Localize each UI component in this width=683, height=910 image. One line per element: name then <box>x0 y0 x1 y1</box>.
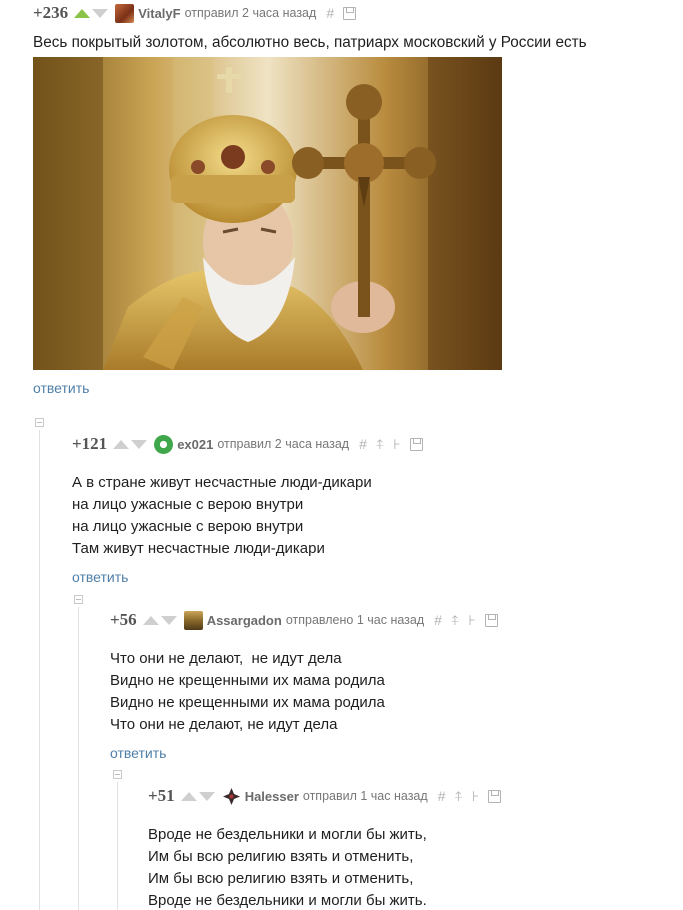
reply-row: ответить <box>110 745 680 763</box>
downvote-arrow-icon[interactable] <box>160 615 177 625</box>
username[interactable]: Assargadon <box>207 613 282 628</box>
reply-row: ответить <box>72 569 672 587</box>
reply-link[interactable]: ответить <box>33 380 89 396</box>
thread-tree-icon[interactable]: ⊦ <box>472 788 479 805</box>
parent-comment-icon[interactable]: ⍏ <box>451 612 459 629</box>
patriarch-photo-image <box>33 57 502 370</box>
comment-1: +236 VitalyF отправил 2 часа назад # Вес… <box>33 3 673 54</box>
username[interactable]: VitalyF <box>138 6 180 21</box>
comment-line: Вроде не бездельники и могли бы жить, <box>148 826 427 843</box>
downvote-arrow-icon[interactable] <box>198 791 215 801</box>
comment-line: А в стране живут несчастные люди-дикари <box>72 474 372 491</box>
save-icon[interactable] <box>484 613 498 627</box>
downvote-arrow-icon[interactable] <box>131 439 148 449</box>
comment-rating: +121 <box>72 434 108 453</box>
comment-rating: +51 <box>148 786 175 805</box>
comment-timestamp[interactable]: отправил 2 часа назад <box>217 437 349 451</box>
comment-text: Что они не делают, не идут дела Видно не… <box>110 648 680 736</box>
comment-line: на лицо ужасные с верою внутри <box>72 518 304 535</box>
comment-line: Им бы всю религию взять и отменить, <box>148 848 414 865</box>
comment-text: Весь покрытый золотом, абсолютно весь, п… <box>33 32 673 54</box>
permalink-hash-icon[interactable]: # <box>438 788 446 804</box>
collapse-thread-toggle[interactable] <box>113 770 122 779</box>
downvote-arrow-icon[interactable] <box>92 8 109 18</box>
avatar[interactable] <box>115 3 135 23</box>
username[interactable]: ex021 <box>177 437 213 452</box>
comment-3: +56 Assargadon отправлено 1 час назад # … <box>110 610 680 763</box>
comment-header: +56 Assargadon отправлено 1 час назад # … <box>110 610 680 630</box>
comment-text: А в стране живут несчастные люди-дикари … <box>72 472 672 560</box>
comment-line: Видно не крещенными их мама родила <box>110 672 385 689</box>
comment-line: Видно не крещенными их мама родила <box>110 694 385 711</box>
avatar[interactable] <box>221 786 241 806</box>
comment-line: Что они не делают, не идут дела <box>110 650 342 667</box>
save-icon[interactable] <box>409 437 423 451</box>
comment-4: +51 Halesser отправил 1 час назад # ⍏ ⊦ … <box>148 786 678 910</box>
permalink-hash-icon[interactable]: # <box>359 436 367 452</box>
upvote-arrow-icon[interactable] <box>74 8 91 18</box>
comment-2: +121 ex021 отправил 2 часа назад # ⍏ ⊦ А… <box>72 434 672 587</box>
comment-text: Вроде не бездельники и могли бы жить, Им… <box>148 824 678 910</box>
parent-comment-icon[interactable]: ⍏ <box>454 788 462 805</box>
upvote-arrow-icon[interactable] <box>180 791 197 801</box>
comment-line: Вроде не бездельники и могли бы жить. <box>148 892 427 909</box>
comment-timestamp[interactable]: отправил 1 час назад <box>303 789 428 803</box>
comment-line: Что они не делают, не идут дела <box>110 716 338 733</box>
thread-tree-icon[interactable]: ⊦ <box>393 436 400 453</box>
avatar[interactable] <box>183 610 203 630</box>
save-icon[interactable] <box>343 6 357 20</box>
upvote-arrow-icon[interactable] <box>142 615 159 625</box>
comment-photo[interactable] <box>33 57 502 370</box>
reply-link[interactable]: ответить <box>110 745 166 761</box>
comment-rating: +56 <box>110 610 137 629</box>
comment-header: +121 ex021 отправил 2 часа назад # ⍏ ⊦ <box>72 434 672 454</box>
save-icon[interactable] <box>488 789 502 803</box>
comment-1-reply-row: ответить <box>33 380 89 398</box>
comment-header: +236 VitalyF отправил 2 часа назад # <box>33 3 673 23</box>
permalink-hash-icon[interactable]: # <box>326 5 334 21</box>
comment-header: +51 Halesser отправил 1 час назад # ⍏ ⊦ <box>148 786 678 806</box>
parent-comment-icon[interactable]: ⍏ <box>376 436 384 453</box>
comment-line: Там живут несчастные люди-дикари <box>72 540 325 557</box>
comment-line: Весь покрытый золотом, абсолютно весь, п… <box>33 34 587 51</box>
thread-line <box>39 430 40 910</box>
thread-line <box>78 607 79 910</box>
avatar[interactable] <box>154 434 174 454</box>
username[interactable]: Halesser <box>245 789 299 804</box>
comment-timestamp[interactable]: отправлено 1 час назад <box>286 613 424 627</box>
comment-line: Им бы всю религию взять и отменить, <box>148 870 414 887</box>
collapse-thread-toggle[interactable] <box>35 418 44 427</box>
upvote-arrow-icon[interactable] <box>113 439 130 449</box>
iron-cross-icon <box>222 787 240 805</box>
reply-link[interactable]: ответить <box>72 569 128 585</box>
permalink-hash-icon[interactable]: # <box>434 612 442 628</box>
comment-line: на лицо ужасные с верою внутри <box>72 496 304 513</box>
collapse-thread-toggle[interactable] <box>74 595 83 604</box>
comment-timestamp[interactable]: отправил 2 часа назад <box>185 6 317 20</box>
comment-rating: +236 <box>33 3 69 22</box>
thread-tree-icon[interactable]: ⊦ <box>468 612 475 629</box>
thread-line <box>117 782 118 910</box>
